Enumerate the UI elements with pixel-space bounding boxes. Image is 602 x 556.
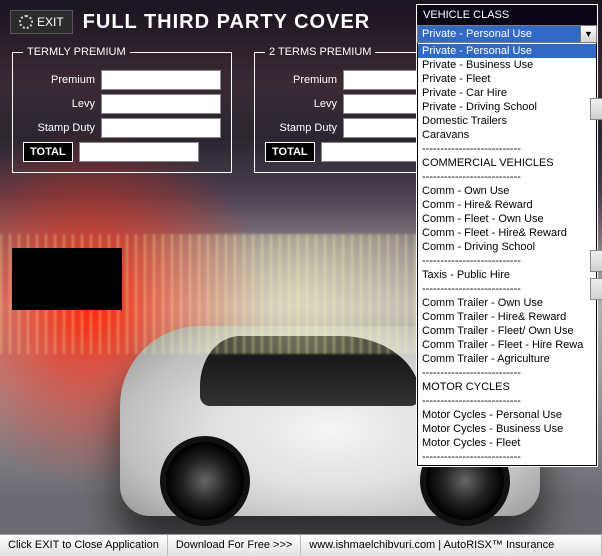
dropdown-option[interactable]: Motor Cycles - Business Use	[418, 422, 596, 436]
premium-row-label: Premium	[51, 74, 95, 86]
premium-input[interactable]	[101, 118, 221, 138]
gear-icon	[19, 15, 33, 29]
status-download-hint: Download For Free >>>	[168, 534, 301, 556]
preview-box	[12, 248, 122, 310]
dropdown-option[interactable]: MOTOR CYCLES	[418, 380, 596, 394]
edge-button[interactable]	[590, 250, 602, 272]
dropdown-option[interactable]: Private - Personal Use	[418, 44, 596, 58]
dropdown-option[interactable]: Comm Trailer - Own Use	[418, 296, 596, 310]
dropdown-option[interactable]: Private - Car Hire	[418, 86, 596, 100]
dropdown-option[interactable]: COMMERCIAL VEHICLES	[418, 156, 596, 170]
car-wheel	[160, 436, 250, 526]
premium-input[interactable]	[101, 70, 221, 90]
status-exit-hint: Click EXIT to Close Application	[0, 534, 168, 556]
dropdown-option[interactable]: Comm Trailer - Fleet/ Own Use	[418, 324, 596, 338]
dropdown-option[interactable]: Comm - Fleet - Own Use	[418, 212, 596, 226]
dropdown-option[interactable]: Comm Trailer - Agriculture	[418, 352, 596, 366]
dropdown-separator: ---------------------------	[418, 254, 596, 268]
dropdown-option[interactable]: Motor Cycles - Personal Use	[418, 408, 596, 422]
vehicle-class-label: VEHICLE CLASS	[417, 5, 597, 25]
vehicle-class-dropdown[interactable]: Private - Personal UsePrivate - Business…	[417, 43, 597, 466]
edge-button[interactable]	[590, 98, 602, 120]
premium-panel-legend: TERMLY PREMIUM	[23, 46, 130, 58]
dropdown-option[interactable]: Private - Driving School	[418, 100, 596, 114]
dropdown-option[interactable]: Caravans	[418, 128, 596, 142]
premium-row-label: Premium	[293, 74, 337, 86]
dropdown-separator: ---------------------------	[418, 450, 596, 464]
chevron-down-icon[interactable]: ▼	[580, 26, 596, 42]
dropdown-option[interactable]: Comm Trailer - Hire& Reward	[418, 310, 596, 324]
total-label: TOTAL	[23, 142, 73, 162]
edge-button[interactable]	[590, 278, 602, 300]
premium-row-label: Levy	[314, 98, 337, 110]
dropdown-option[interactable]: Comm - Own Use	[418, 184, 596, 198]
dropdown-option[interactable]: Private - Business Use	[418, 58, 596, 72]
vehicle-class-selected: Private - Personal Use	[418, 26, 580, 42]
dropdown-separator: ---------------------------	[418, 366, 596, 380]
dropdown-option[interactable]: Comm - Driving School	[418, 240, 596, 254]
dropdown-separator: ---------------------------	[418, 142, 596, 156]
vehicle-class-combo[interactable]: Private - Personal Use ▼	[417, 25, 597, 43]
dropdown-option[interactable]: Motor Cycles - Fleet	[418, 436, 596, 450]
premium-row-label: Stamp Duty	[280, 122, 337, 134]
dropdown-separator: ---------------------------	[418, 394, 596, 408]
dropdown-option[interactable]: Comm - Hire& Reward	[418, 198, 596, 212]
dropdown-option[interactable]: Comm - Fleet - Hire& Reward	[418, 226, 596, 240]
premium-panel-legend: 2 TERMS PREMIUM	[265, 46, 375, 58]
premium-row-label: Levy	[72, 98, 95, 110]
dropdown-option[interactable]: Private - Fleet	[418, 72, 596, 86]
total-input[interactable]	[79, 142, 199, 162]
dropdown-separator: ---------------------------	[418, 170, 596, 184]
page-title: FULL THIRD PARTY COVER	[83, 11, 371, 34]
status-bar: Click EXIT to Close Application Download…	[0, 534, 602, 556]
exit-button[interactable]: EXIT	[10, 10, 73, 34]
dropdown-separator: ---------------------------	[418, 282, 596, 296]
dropdown-option[interactable]: Taxis - Public Hire	[418, 268, 596, 282]
premium-row-label: Stamp Duty	[38, 122, 95, 134]
dropdown-option[interactable]: Comm Trailer - Fleet - Hire Rewa	[418, 338, 596, 352]
premium-panel: TERMLY PREMIUM Premium Levy Stamp Duty TOTAL	[12, 46, 232, 173]
premium-input[interactable]	[101, 94, 221, 114]
total-label: TOTAL	[265, 142, 315, 162]
dropdown-option[interactable]: Domestic Trailers	[418, 114, 596, 128]
status-url: www.ishmaelchibvuri.com | AutoRISX™ Insu…	[301, 534, 602, 556]
exit-label: EXIT	[37, 15, 64, 29]
